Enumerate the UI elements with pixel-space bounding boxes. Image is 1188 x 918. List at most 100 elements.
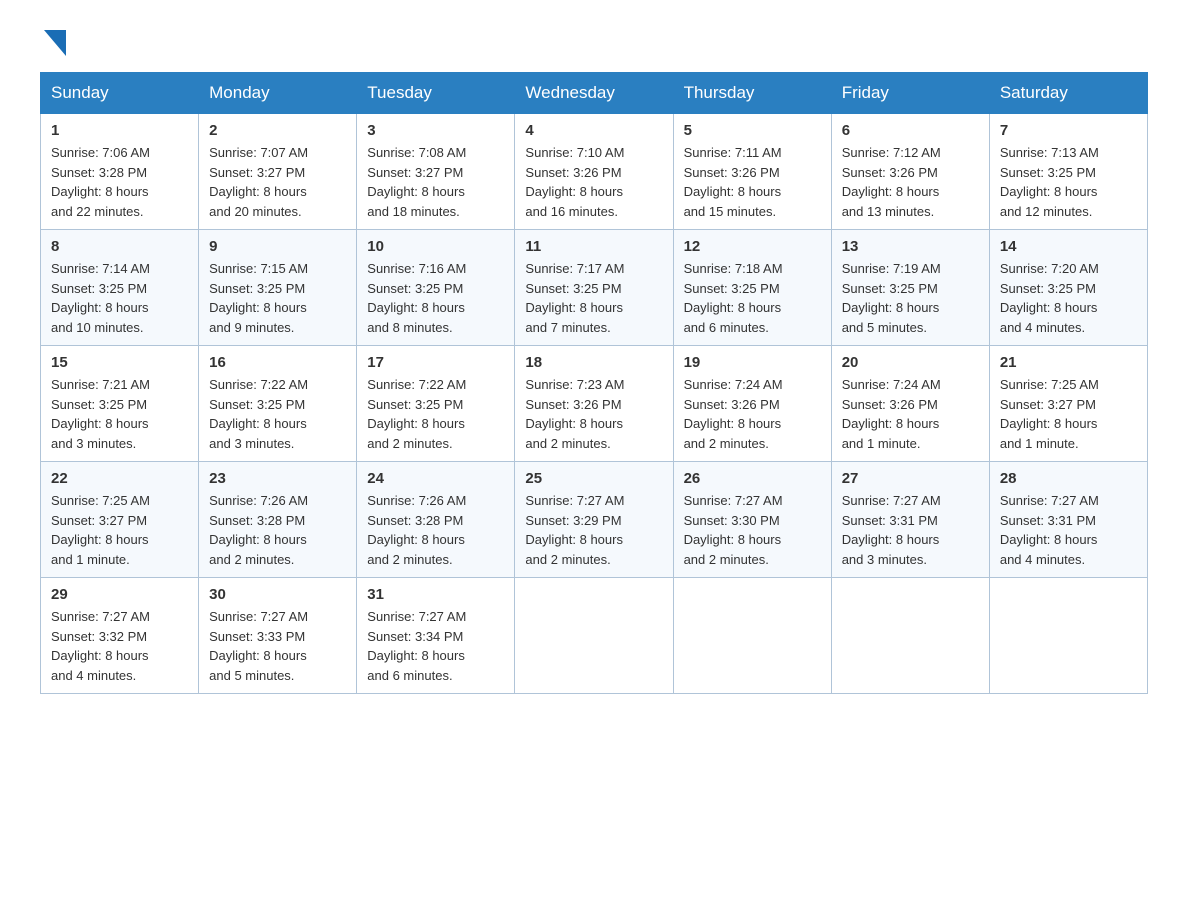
day-number: 1 — [51, 122, 188, 139]
day-info: Sunrise: 7:07 AMSunset: 3:27 PMDaylight:… — [209, 143, 346, 221]
week-row-2: 8 Sunrise: 7:14 AMSunset: 3:25 PMDaylight… — [41, 230, 1148, 346]
calendar-cell — [515, 578, 673, 694]
calendar-cell: 9Sunrise: 7:15 AMSunset: 3:25 PMDaylight… — [199, 230, 357, 346]
calendar-cell: 8 Sunrise: 7:14 AMSunset: 3:25 PMDaylight… — [41, 230, 199, 346]
day-info: Sunrise: 7:15 AMSunset: 3:25 PMDaylight:… — [209, 259, 346, 337]
page-header — [40, 30, 1148, 52]
calendar-cell: 28 Sunrise: 7:27 AMSunset: 3:31 PMDayligh… — [989, 462, 1147, 578]
day-info: Sunrise: 7:22 AMSunset: 3:25 PMDaylight:… — [367, 375, 504, 453]
day-number: 2 — [209, 122, 346, 139]
day-number: 19 — [684, 354, 821, 371]
calendar-cell: 16Sunrise: 7:22 AMSunset: 3:25 PMDayligh… — [199, 346, 357, 462]
calendar-cell: 30Sunrise: 7:27 AMSunset: 3:33 PMDayligh… — [199, 578, 357, 694]
day-number: 12 — [684, 238, 821, 255]
column-header-monday: Monday — [199, 73, 357, 114]
day-number: 7 — [1000, 122, 1137, 139]
day-number: 5 — [684, 122, 821, 139]
day-info: Sunrise: 7:24 AMSunset: 3:26 PMDaylight:… — [842, 375, 979, 453]
day-info: Sunrise: 7:11 AMSunset: 3:26 PMDaylight:… — [684, 143, 821, 221]
column-header-saturday: Saturday — [989, 73, 1147, 114]
day-info: Sunrise: 7:27 AMSunset: 3:31 PMDaylight:… — [1000, 491, 1137, 569]
calendar-cell: 14 Sunrise: 7:20 AMSunset: 3:25 PMDayligh… — [989, 230, 1147, 346]
calendar-cell: 20 Sunrise: 7:24 AMSunset: 3:26 PMDayligh… — [831, 346, 989, 462]
day-info: Sunrise: 7:24 AMSunset: 3:26 PMDaylight:… — [684, 375, 821, 453]
day-info: Sunrise: 7:13 AMSunset: 3:25 PMDaylight:… — [1000, 143, 1137, 221]
day-number: 6 — [842, 122, 979, 139]
calendar-cell: 18 Sunrise: 7:23 AMSunset: 3:26 PMDayligh… — [515, 346, 673, 462]
calendar-cell: 31Sunrise: 7:27 AMSunset: 3:34 PMDayligh… — [357, 578, 515, 694]
calendar-cell: 7 Sunrise: 7:13 AMSunset: 3:25 PMDaylight… — [989, 114, 1147, 230]
logo-triangle-icon — [44, 30, 66, 56]
week-row-5: 29 Sunrise: 7:27 AMSunset: 3:32 PMDayligh… — [41, 578, 1148, 694]
calendar-cell: 15 Sunrise: 7:21 AMSunset: 3:25 PMDayligh… — [41, 346, 199, 462]
day-info: Sunrise: 7:21 AMSunset: 3:25 PMDaylight:… — [51, 375, 188, 453]
day-info: Sunrise: 7:26 AMSunset: 3:28 PMDaylight:… — [209, 491, 346, 569]
day-info: Sunrise: 7:19 AMSunset: 3:25 PMDaylight:… — [842, 259, 979, 337]
day-info: Sunrise: 7:12 AMSunset: 3:26 PMDaylight:… — [842, 143, 979, 221]
day-number: 26 — [684, 470, 821, 487]
column-header-thursday: Thursday — [673, 73, 831, 114]
day-number: 27 — [842, 470, 979, 487]
day-number: 14 — [1000, 238, 1137, 255]
calendar-cell: 29 Sunrise: 7:27 AMSunset: 3:32 PMDayligh… — [41, 578, 199, 694]
calendar-cell: 1 Sunrise: 7:06 AMSunset: 3:28 PMDaylight… — [41, 114, 199, 230]
day-info: Sunrise: 7:27 AMSunset: 3:31 PMDaylight:… — [842, 491, 979, 569]
calendar-cell: 26 Sunrise: 7:27 AMSunset: 3:30 PMDayligh… — [673, 462, 831, 578]
calendar-cell — [831, 578, 989, 694]
day-info: Sunrise: 7:18 AMSunset: 3:25 PMDaylight:… — [684, 259, 821, 337]
calendar-cell — [673, 578, 831, 694]
calendar-cell: 19 Sunrise: 7:24 AMSunset: 3:26 PMDayligh… — [673, 346, 831, 462]
day-info: Sunrise: 7:20 AMSunset: 3:25 PMDaylight:… — [1000, 259, 1137, 337]
day-info: Sunrise: 7:14 AMSunset: 3:25 PMDaylight:… — [51, 259, 188, 337]
day-number: 29 — [51, 586, 188, 603]
column-header-sunday: Sunday — [41, 73, 199, 114]
day-number: 17 — [367, 354, 504, 371]
day-number: 28 — [1000, 470, 1137, 487]
day-info: Sunrise: 7:23 AMSunset: 3:26 PMDaylight:… — [525, 375, 662, 453]
column-header-friday: Friday — [831, 73, 989, 114]
calendar-cell: 11Sunrise: 7:17 AMSunset: 3:25 PMDayligh… — [515, 230, 673, 346]
day-number: 11 — [525, 238, 662, 255]
day-number: 24 — [367, 470, 504, 487]
calendar-cell: 27 Sunrise: 7:27 AMSunset: 3:31 PMDayligh… — [831, 462, 989, 578]
week-row-4: 22Sunrise: 7:25 AMSunset: 3:27 PMDayligh… — [41, 462, 1148, 578]
calendar-cell: 21 Sunrise: 7:25 AMSunset: 3:27 PMDayligh… — [989, 346, 1147, 462]
day-info: Sunrise: 7:08 AMSunset: 3:27 PMDaylight:… — [367, 143, 504, 221]
calendar-cell: 10Sunrise: 7:16 AMSunset: 3:25 PMDayligh… — [357, 230, 515, 346]
day-info: Sunrise: 7:06 AMSunset: 3:28 PMDaylight:… — [51, 143, 188, 221]
calendar-cell: 25Sunrise: 7:27 AMSunset: 3:29 PMDayligh… — [515, 462, 673, 578]
day-number: 21 — [1000, 354, 1137, 371]
day-info: Sunrise: 7:25 AMSunset: 3:27 PMDaylight:… — [1000, 375, 1137, 453]
calendar-cell — [989, 578, 1147, 694]
day-number: 18 — [525, 354, 662, 371]
calendar-header-row: SundayMondayTuesdayWednesdayThursdayFrid… — [41, 73, 1148, 114]
day-number: 3 — [367, 122, 504, 139]
week-row-3: 15 Sunrise: 7:21 AMSunset: 3:25 PMDayligh… — [41, 346, 1148, 462]
calendar-cell: 3 Sunrise: 7:08 AMSunset: 3:27 PMDaylight… — [357, 114, 515, 230]
day-info: Sunrise: 7:27 AMSunset: 3:32 PMDaylight:… — [51, 607, 188, 685]
day-number: 13 — [842, 238, 979, 255]
day-info: Sunrise: 7:26 AMSunset: 3:28 PMDaylight:… — [367, 491, 504, 569]
calendar-cell: 4Sunrise: 7:10 AMSunset: 3:26 PMDaylight… — [515, 114, 673, 230]
column-header-wednesday: Wednesday — [515, 73, 673, 114]
calendar-table: SundayMondayTuesdayWednesdayThursdayFrid… — [40, 72, 1148, 694]
day-number: 15 — [51, 354, 188, 371]
day-number: 8 — [51, 238, 188, 255]
column-header-tuesday: Tuesday — [357, 73, 515, 114]
calendar-cell: 22Sunrise: 7:25 AMSunset: 3:27 PMDayligh… — [41, 462, 199, 578]
day-info: Sunrise: 7:27 AMSunset: 3:30 PMDaylight:… — [684, 491, 821, 569]
day-number: 20 — [842, 354, 979, 371]
day-number: 10 — [367, 238, 504, 255]
day-info: Sunrise: 7:25 AMSunset: 3:27 PMDaylight:… — [51, 491, 188, 569]
day-number: 25 — [525, 470, 662, 487]
week-row-1: 1 Sunrise: 7:06 AMSunset: 3:28 PMDaylight… — [41, 114, 1148, 230]
calendar-cell: 5 Sunrise: 7:11 AMSunset: 3:26 PMDaylight… — [673, 114, 831, 230]
calendar-cell: 24 Sunrise: 7:26 AMSunset: 3:28 PMDayligh… — [357, 462, 515, 578]
day-info: Sunrise: 7:27 AMSunset: 3:33 PMDaylight:… — [209, 607, 346, 685]
day-number: 4 — [525, 122, 662, 139]
logo — [40, 30, 66, 52]
calendar-cell: 2 Sunrise: 7:07 AMSunset: 3:27 PMDaylight… — [199, 114, 357, 230]
calendar-cell: 23Sunrise: 7:26 AMSunset: 3:28 PMDayligh… — [199, 462, 357, 578]
calendar-cell: 17 Sunrise: 7:22 AMSunset: 3:25 PMDayligh… — [357, 346, 515, 462]
calendar-cell: 6 Sunrise: 7:12 AMSunset: 3:26 PMDaylight… — [831, 114, 989, 230]
